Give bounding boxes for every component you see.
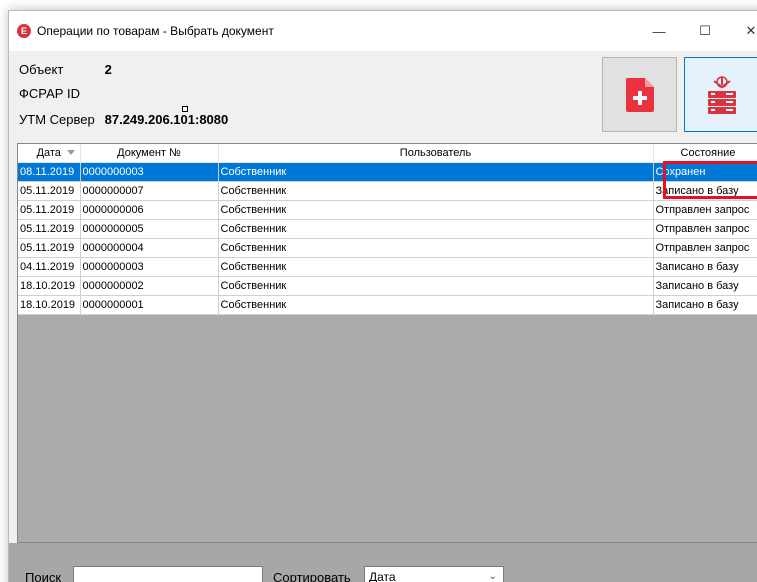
cell-date: 05.11.2019 xyxy=(18,200,81,220)
cell-date: 18.10.2019 xyxy=(18,295,81,315)
search-label: Поиск xyxy=(25,570,62,582)
cell-user: Собственник xyxy=(218,181,654,201)
cell-state: Записано в базу xyxy=(653,181,757,201)
cell-date: 05.11.2019 xyxy=(18,238,81,258)
column-header-user[interactable]: Пользователь xyxy=(218,144,654,163)
cell-user: Собственник xyxy=(218,219,654,239)
search-input[interactable] xyxy=(73,566,263,582)
close-button[interactable]: ✕ xyxy=(728,11,757,51)
table-row[interactable]: 04.11.2019 0000000003 Собственник Записа… xyxy=(18,257,757,277)
table-row[interactable]: 18.10.2019 0000000001 Собственник Записа… xyxy=(18,295,757,315)
cell-user: Собственник xyxy=(218,238,654,258)
app-window: E Операции по товарам - Выбрать документ… xyxy=(8,10,757,582)
bottom-bar: Поиск Сортировать Дата ⌄ xyxy=(9,543,757,582)
cell-state: Отправлен запрос xyxy=(653,219,757,239)
table-row[interactable]: 08.11.2019 0000000003 Собственник Сохран… xyxy=(18,162,757,182)
table-row[interactable]: 05.11.2019 0000000006 Собственник Отправ… xyxy=(18,200,757,220)
column-header-document[interactable]: Документ № xyxy=(80,144,219,163)
cell-date: 05.11.2019 xyxy=(18,219,81,239)
cell-date: 04.11.2019 xyxy=(18,257,81,277)
cell-document: 0000000003 xyxy=(80,162,219,182)
column-header-state[interactable]: Состояние xyxy=(653,144,757,163)
cell-state: Записано в базу xyxy=(653,295,757,315)
column-header-date[interactable]: Дата xyxy=(18,144,81,163)
fsrar-row: ФСРАР ID xyxy=(19,86,101,101)
cell-user: Собственник xyxy=(218,200,654,220)
cell-document: 0000000004 xyxy=(80,238,219,258)
cell-document: 0000000002 xyxy=(80,276,219,296)
server-add-icon xyxy=(707,75,736,114)
sort-desc-icon xyxy=(66,150,75,155)
documents-grid[interactable]: Дата Документ № Пользователь Состояние 0… xyxy=(17,143,757,543)
cell-state: Сохранен xyxy=(653,162,757,182)
cell-state: Отправлен запрос xyxy=(653,200,757,220)
cell-user: Собственник xyxy=(218,162,654,182)
cell-date: 18.10.2019 xyxy=(18,276,81,296)
utm-value: 87.249.206.101:8080 xyxy=(104,112,229,127)
table-row[interactable]: 18.10.2019 0000000002 Собственник Записа… xyxy=(18,276,757,296)
cell-state: Отправлен запрос xyxy=(653,238,757,258)
minimize-button[interactable]: — xyxy=(636,11,682,51)
sort-select[interactable]: Дата ⌄ xyxy=(364,566,504,582)
cell-document: 0000000007 xyxy=(80,181,219,201)
table-row[interactable]: 05.11.2019 0000000007 Собственник Записа… xyxy=(18,181,757,201)
cell-document: 0000000003 xyxy=(80,257,219,277)
cell-user: Собственник xyxy=(218,276,654,296)
sort-label: Сортировать xyxy=(273,570,351,582)
window-title: Операции по товарам - Выбрать документ xyxy=(37,24,274,38)
cell-document: 0000000001 xyxy=(80,295,219,315)
app-logo-icon: E xyxy=(17,24,31,38)
object-label: Объект xyxy=(19,62,64,77)
cell-state: Записано в базу xyxy=(653,257,757,277)
cell-state: Записано в базу xyxy=(653,276,757,296)
cell-document: 0000000005 xyxy=(80,219,219,239)
cell-document: 0000000006 xyxy=(80,200,219,220)
title-bar: E Операции по товарам - Выбрать документ… xyxy=(9,11,757,51)
utm-label: УТМ Сервер xyxy=(19,112,95,127)
server-download-button[interactable] xyxy=(684,57,757,132)
cell-date: 05.11.2019 xyxy=(18,181,81,201)
sort-select-value: Дата xyxy=(369,569,396,582)
chevron-down-icon: ⌄ xyxy=(488,571,497,582)
maximize-button[interactable]: ☐ xyxy=(682,11,728,51)
document-plus-icon xyxy=(625,77,654,112)
fsrar-label: ФСРАР ID xyxy=(19,86,81,101)
object-row: Объект 2 xyxy=(19,62,112,77)
cell-date: 08.11.2019 xyxy=(18,162,81,182)
table-header-row: Дата Документ № Пользователь Состояние xyxy=(18,144,757,163)
column-header-date-label: Дата xyxy=(36,146,61,159)
utm-row: УТМ Сервер 87.249.206.101:8080 xyxy=(19,112,228,127)
new-document-button[interactable] xyxy=(602,57,677,132)
documents-table: Дата Документ № Пользователь Состояние 0… xyxy=(18,144,757,315)
cell-user: Собственник xyxy=(218,257,654,277)
table-row[interactable]: 05.11.2019 0000000004 Собственник Отправ… xyxy=(18,238,757,258)
cell-user: Собственник xyxy=(218,295,654,315)
table-row[interactable]: 05.11.2019 0000000005 Собственник Отправ… xyxy=(18,219,757,239)
object-value: 2 xyxy=(104,62,112,77)
fsrar-checkbox[interactable] xyxy=(182,106,188,112)
